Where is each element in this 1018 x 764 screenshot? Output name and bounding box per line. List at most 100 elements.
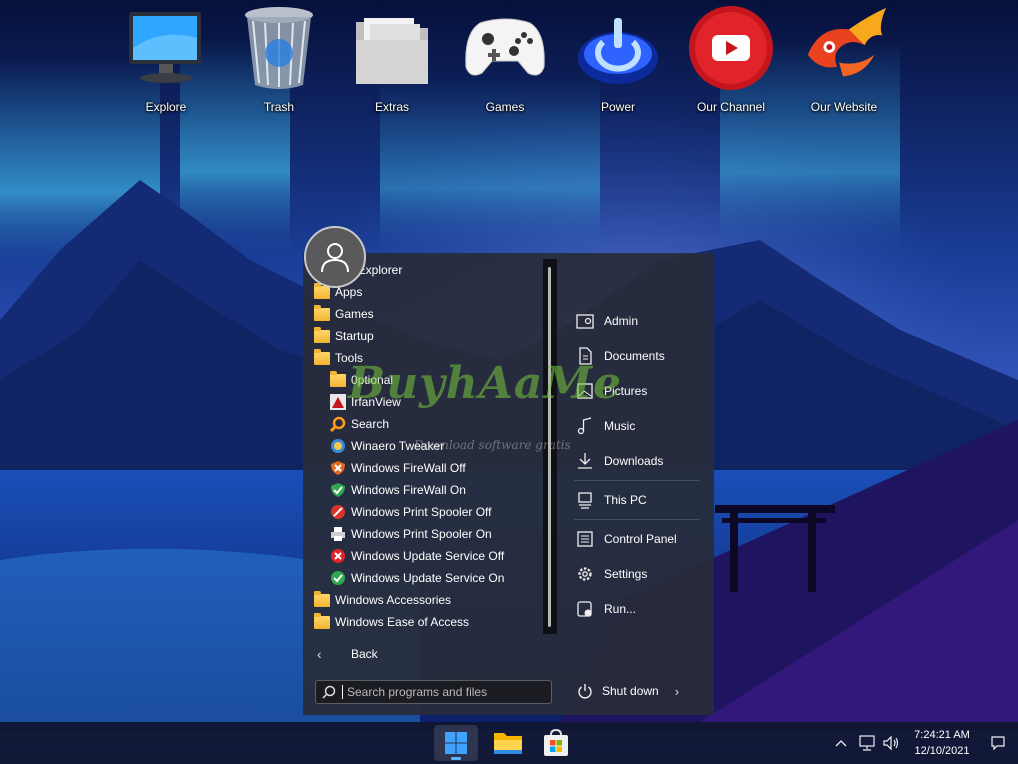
back-label: Back — [351, 647, 378, 661]
document-icon — [576, 347, 594, 365]
youtube-icon — [687, 4, 775, 92]
program-irfanview[interactable]: IrfanView — [330, 391, 401, 413]
program-label: Tools — [335, 351, 364, 365]
printer-on-icon — [330, 526, 346, 542]
place-label: Documents — [604, 349, 665, 363]
taskbar: 7:24:21 AM 12/10/2021 — [0, 722, 1018, 764]
windows-logo-icon — [445, 732, 467, 754]
program-games[interactable]: Games — [314, 303, 374, 325]
speaker-icon — [883, 735, 899, 751]
monitor-icon — [122, 4, 210, 92]
program-print-spooler-off[interactable]: Windows Print Spooler Off — [330, 501, 492, 523]
show-hidden-icons[interactable] — [834, 722, 848, 764]
program-label: Windows Accessories — [335, 593, 452, 607]
place-label: Pictures — [604, 384, 648, 398]
notification-icon — [991, 736, 1005, 751]
program-firewall-on[interactable]: Windows FireWall On — [330, 479, 466, 501]
program-firewall-off[interactable]: Windows FireWall Off — [330, 457, 466, 479]
store-icon — [544, 728, 568, 756]
update-on-icon — [330, 570, 346, 586]
place-this-pc[interactable]: This PC — [576, 488, 647, 512]
desktop-icon-label: Our Channel — [696, 100, 766, 114]
search-icon — [329, 416, 346, 433]
gamepad-icon — [461, 4, 549, 92]
user-folder-icon — [576, 312, 594, 330]
program-tools[interactable]: Tools — [314, 347, 363, 369]
program-windows-accessories[interactable]: Windows Accessories — [314, 589, 451, 611]
firewall-on-icon — [330, 482, 346, 498]
program-label: Windows Print Spooler On — [351, 527, 492, 541]
place-admin[interactable]: Admin — [576, 309, 638, 333]
program-update-service-on[interactable]: Windows Update Service On — [330, 567, 504, 589]
music-icon — [576, 417, 594, 435]
program-label: Windows Ease of Access — [335, 615, 470, 629]
program-startup[interactable]: Startup — [314, 325, 374, 347]
place-run[interactable]: Run... — [576, 597, 636, 621]
place-downloads[interactable]: Downloads — [576, 449, 663, 473]
program-label: Games — [335, 307, 374, 321]
volume-tray[interactable] — [882, 722, 900, 764]
desktop-icon-explore[interactable]: Explore — [118, 4, 214, 122]
phoenix-icon — [800, 4, 888, 92]
program-list-scrollbar[interactable] — [543, 259, 557, 634]
scrollbar-thumb[interactable] — [548, 267, 551, 627]
back-button[interactable]: ‹ Back — [317, 642, 378, 666]
folder-icon — [314, 613, 330, 630]
program-label: Windows Print Spooler Off — [351, 505, 492, 519]
places-separator — [574, 480, 700, 481]
power-icon — [574, 4, 662, 92]
program-update-service-off[interactable]: Windows Update Service Off — [330, 545, 504, 567]
program-winaero-tweaker[interactable]: Winaero Tweaker — [330, 435, 444, 457]
trash-icon — [235, 4, 323, 92]
place-label: Control Panel — [604, 532, 677, 546]
update-off-icon — [330, 548, 346, 564]
chevron-right-icon[interactable]: › — [675, 684, 679, 699]
shutdown-button[interactable]: Shut down › — [576, 679, 679, 703]
place-label: Music — [604, 419, 636, 433]
program-label: Windows FireWall On — [351, 483, 466, 497]
search-box[interactable] — [315, 680, 552, 704]
search-input[interactable] — [343, 685, 543, 699]
chevron-left-icon: ‹ — [317, 646, 322, 662]
program-list: File Explorer Apps Games Startup Tools 0… — [303, 259, 548, 639]
clock[interactable]: 7:24:21 AM 12/10/2021 — [900, 727, 984, 759]
place-pictures[interactable]: Pictures — [576, 379, 647, 403]
desktop-icon-label: Trash — [263, 100, 295, 114]
place-control-panel[interactable]: Control Panel — [576, 527, 677, 551]
folder-icon — [314, 305, 330, 322]
desktop-icon-label: Games — [485, 100, 525, 114]
desktop-icon-extras[interactable]: Extras — [344, 4, 440, 122]
power-icon — [576, 683, 594, 699]
desktop-icon-power[interactable]: Power — [570, 4, 666, 122]
desktop-icon-our-channel[interactable]: Our Channel — [683, 4, 779, 122]
file-explorer-taskbar[interactable] — [486, 725, 530, 761]
program-label: Startup — [335, 329, 374, 343]
desktop-icon-trash[interactable]: Trash — [231, 4, 327, 122]
clock-date: 12/10/2021 — [914, 745, 970, 757]
user-avatar[interactable] — [304, 226, 366, 288]
desktop-icon-our-website[interactable]: Our Website — [796, 4, 892, 122]
program-optional[interactable]: 0ptional — [330, 369, 393, 391]
program-windows-ease-of-access[interactable]: Windows Ease of Access — [314, 611, 469, 633]
desktop-icon-label: Explore — [145, 100, 187, 114]
network-tray[interactable] — [858, 722, 876, 764]
network-icon — [859, 735, 875, 751]
notifications-button[interactable] — [990, 722, 1006, 764]
winaero-icon — [330, 438, 346, 454]
start-button[interactable] — [434, 725, 478, 761]
program-search[interactable]: Search — [329, 413, 390, 435]
program-label: Search — [351, 417, 390, 431]
computer-icon — [576, 491, 594, 509]
download-icon — [576, 452, 594, 470]
irfanview-icon — [330, 394, 346, 410]
place-settings[interactable]: Settings — [576, 562, 647, 586]
store-taskbar[interactable] — [534, 725, 578, 761]
place-label: Admin — [604, 314, 639, 328]
clock-time: 7:24:21 AM — [914, 729, 970, 741]
place-documents[interactable]: Documents — [576, 344, 665, 368]
desktop-icon-games[interactable]: Games — [457, 4, 553, 122]
shutdown-label: Shut down — [602, 684, 659, 698]
place-music[interactable]: Music — [576, 414, 635, 438]
folder-icon — [314, 349, 330, 366]
program-print-spooler-on[interactable]: Windows Print Spooler On — [330, 523, 492, 545]
